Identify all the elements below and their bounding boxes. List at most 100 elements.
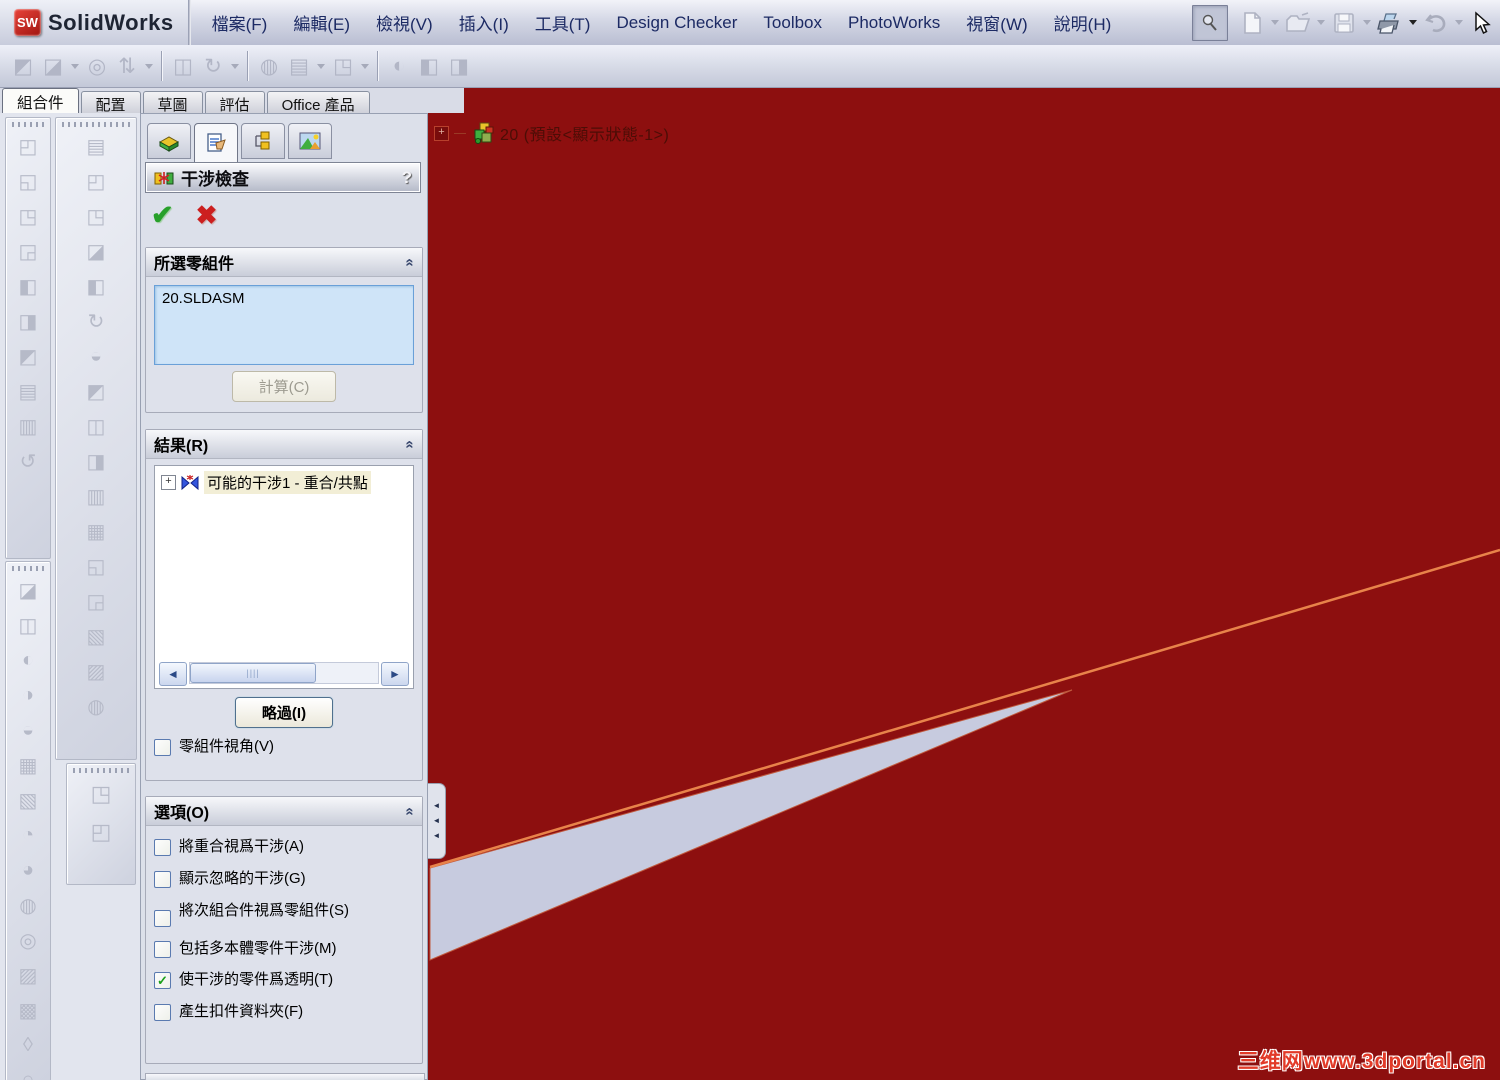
menu-toolbox[interactable]: Toolbox [750,7,835,39]
tree-expand-plus-icon[interactable]: + [434,125,449,141]
feature-tool-icon[interactable]: ◔ [6,818,50,853]
checkbox[interactable] [154,909,171,927]
tab-assembly[interactable]: 組合件 [2,88,79,113]
calculate-button[interactable]: 計算(C) [231,371,337,402]
tab-evaluate[interactable]: 評估 [204,91,265,114]
tree-item-label[interactable]: 可能的干涉1 - 重合/共點 [204,471,371,494]
panel-splitter-tab[interactable]: ◄ ◄ ◄ [428,783,446,859]
toolbar-grip[interactable] [62,122,130,127]
feature-tool-icon[interactable]: ◱ [6,164,50,199]
feature-tool-icon[interactable]: ↺ [6,444,50,479]
scrollbar-track[interactable]: |||| [189,662,379,684]
menu-photoworks[interactable]: PhotoWorks [835,7,953,39]
feature-tool-icon[interactable]: ◰ [56,164,136,199]
feature-tool-icon[interactable]: ◪ [56,234,136,269]
feature-tool-icon[interactable]: ↻ [56,304,136,339]
feature-tool-icon[interactable]: ◪ [6,573,50,608]
feature-tool-icon[interactable]: ▩ [6,993,50,1028]
toolbar-dropdown-arrow[interactable] [145,63,153,69]
feature-tool-icon[interactable]: ◧ [56,269,136,304]
undo-dropdown-arrow[interactable] [1455,20,1463,25]
feature-tool-icon[interactable]: ◍ [6,888,50,923]
feature-tool-icon[interactable]: ▤ [6,374,50,409]
print-dropdown-arrow[interactable] [1409,20,1417,25]
feature-tool-icon[interactable]: ◒ [6,713,50,748]
attachment-icon[interactable]: ◎ [82,51,112,81]
tree-row[interactable]: + 可能的干涉1 - 重合/共點 [155,466,413,494]
collapse-chevron-icon[interactable]: « [401,807,418,815]
explode-line-sketch-icon[interactable]: ◨ [444,51,474,81]
open-dropdown-arrow[interactable] [1317,20,1325,25]
linear-component-pattern-icon[interactable]: ⇅ [112,51,142,81]
select-pointer-button[interactable] [1468,9,1496,37]
checkbox-checked[interactable]: ✓ [154,972,171,990]
feature-tool-icon[interactable]: ◨ [6,304,50,339]
menu-edit[interactable]: 編輯(E) [280,4,363,41]
save-button[interactable] [1330,9,1358,37]
feature-tool-icon[interactable]: ◱ [56,549,136,584]
menu-window[interactable]: 視窗(W) [953,4,1040,41]
options-header[interactable]: 選項(O) « [146,797,422,826]
results-header[interactable]: 結果(R) « [146,430,422,459]
new-document-button[interactable] [1238,9,1266,37]
feature-tool-icon[interactable]: ◐ [6,643,50,678]
toolbar-grip[interactable] [12,566,44,571]
feature-tool-icon[interactable]: ◍ [56,689,136,724]
checkbox[interactable] [154,1004,171,1021]
help-button[interactable]: ? [402,168,412,188]
checkbox[interactable] [154,870,171,888]
toolbar-dropdown-arrow[interactable] [71,63,79,69]
move-component-icon[interactable]: ↻ [198,51,228,81]
feature-tool-icon[interactable]: ◩ [56,374,136,409]
component-view-checkbox[interactable] [154,739,171,756]
feature-tool-icon[interactable]: ◳ [67,775,135,813]
tab-configuration-manager[interactable] [241,123,285,159]
smart-fasteners-icon[interactable]: ◫ [168,51,198,81]
show-hidden-components-icon[interactable]: ◍ [254,51,284,81]
tab-sketch[interactable]: 草圖 [142,91,203,114]
assembly-features-icon[interactable]: ▤ [284,51,314,81]
menu-insert[interactable]: 插入(I) [446,4,522,41]
tab-display-manager[interactable] [288,123,332,159]
undo-button[interactable] [1422,9,1450,37]
motion-study-icon[interactable]: ◐ [384,51,414,81]
menu-tools[interactable]: 工具(T) [522,4,604,41]
ignore-button[interactable]: 略過(I) [234,697,334,728]
feature-tool-icon[interactable]: ◲ [56,584,136,619]
reference-geometry-icon[interactable]: ◳ [328,51,358,81]
feature-tool-icon[interactable]: ▤ [56,129,136,164]
feature-tool-icon[interactable]: ◳ [6,199,50,234]
feature-tool-icon[interactable]: ◫ [56,409,136,444]
insert-component-icon[interactable]: ◩ [8,51,38,81]
tab-feature-manager[interactable] [147,123,191,159]
menu-help[interactable]: 說明(H) [1041,4,1125,41]
pin-menu-button[interactable] [1192,4,1228,41]
feature-tool-icon[interactable]: ▥ [56,479,136,514]
feature-tool-icon[interactable]: ▨ [56,654,136,689]
save-dropdown-arrow[interactable] [1363,20,1371,25]
ok-button[interactable]: ✔ [151,200,174,231]
checkbox-row-transparent-interfering-parts[interactable]: ✓ 使干涉的零件爲透明(T) [154,971,422,990]
feature-tool-icon[interactable]: ▨ [6,958,50,993]
scroll-left-button[interactable]: ◄ [159,662,187,686]
feature-tool-icon[interactable]: ◲ [6,234,50,269]
toolbar-dropdown-arrow[interactable] [361,63,369,69]
selected-components-header[interactable]: 所選零組件 « [146,248,422,277]
menu-file[interactable]: 檔案(F) [199,4,281,41]
feature-tool-icon[interactable]: ◕ [6,853,50,888]
feature-tool-icon[interactable]: ◩ [6,339,50,374]
checkbox[interactable] [154,940,171,958]
checkbox-row-subassemblies-as-components[interactable]: 將次組合件視爲零組件(S) [154,902,422,927]
results-horizontal-scrollbar[interactable]: ◄ |||| ► [159,662,409,686]
feature-tree-label[interactable]: 20 (預設<顯示狀態-1>) [500,121,669,145]
feature-tool-icon[interactable]: ▧ [56,619,136,654]
collapse-chevron-icon[interactable]: « [401,258,418,266]
checkbox-row-create-fasteners-folder[interactable]: 產生扣件資料夾(F) [154,1003,422,1022]
feature-tool-icon[interactable]: ◳ [56,199,136,234]
menu-design-checker[interactable]: Design Checker [603,7,750,39]
toolbar-dropdown-arrow[interactable] [231,63,239,69]
feature-tool-icon[interactable]: ◊ [6,1028,50,1063]
feature-tool-icon[interactable]: ◰ [67,813,135,851]
scroll-right-button[interactable]: ► [381,662,409,686]
toolbar-grip[interactable] [12,122,44,127]
